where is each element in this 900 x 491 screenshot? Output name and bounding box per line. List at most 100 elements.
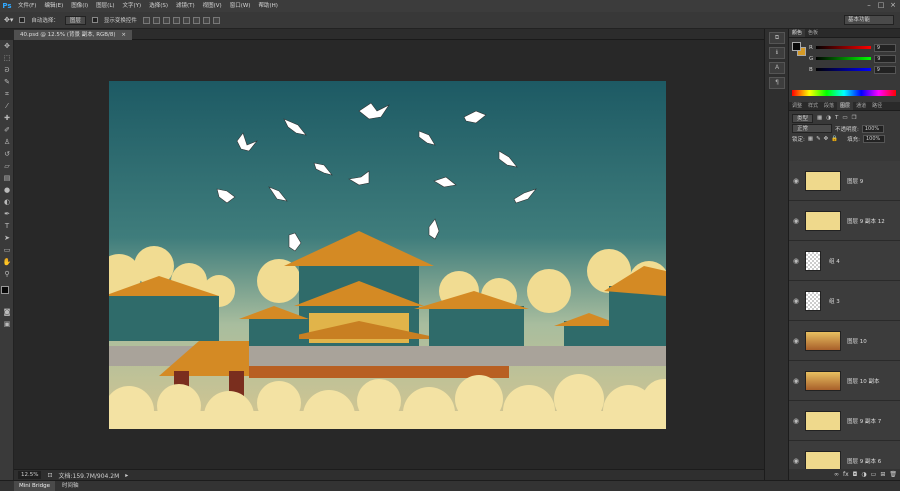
menu-view[interactable]: 视图(V) — [199, 0, 226, 12]
visibility-eye-icon[interactable]: ◉ — [793, 297, 799, 305]
align-top-icon[interactable] — [142, 16, 150, 24]
crop-tool-icon[interactable]: ⌗ — [0, 88, 14, 100]
delete-layer-icon[interactable]: 🗑 — [889, 469, 897, 480]
visibility-eye-icon[interactable]: ◉ — [793, 417, 799, 425]
tab-paths[interactable]: 路径 — [869, 102, 885, 110]
brush-tool-icon[interactable]: ✐ — [0, 124, 14, 136]
panel-foreground-swatch[interactable] — [792, 42, 801, 51]
auto-select-checkbox[interactable] — [19, 17, 26, 23]
filter-smart-icon[interactable]: ❐ — [852, 115, 857, 121]
align-right-icon[interactable] — [192, 16, 200, 24]
align-center-icon[interactable] — [182, 16, 190, 24]
blur-tool-icon[interactable]: ● — [0, 184, 14, 196]
layer-row[interactable]: ◉ 图层 10 — [789, 321, 900, 361]
distribute-h-icon[interactable] — [212, 16, 220, 24]
menu-image[interactable]: 图像(I) — [67, 0, 92, 12]
minimize-icon[interactable]: – — [864, 1, 874, 10]
menu-type[interactable]: 文字(Y) — [119, 0, 146, 12]
close-tab-icon[interactable]: × — [121, 32, 126, 38]
align-bottom-icon[interactable] — [162, 16, 170, 24]
auto-select-dropdown[interactable]: 图层 — [64, 15, 86, 25]
filter-shape-icon[interactable]: ▭ — [842, 115, 847, 121]
new-layer-icon[interactable]: ⊞ — [880, 469, 885, 480]
dodge-tool-icon[interactable]: ◐ — [0, 196, 14, 208]
fill-input[interactable]: 100% — [863, 135, 885, 143]
move-tool-preset-icon[interactable]: ✥▾ — [4, 16, 13, 24]
menu-layer[interactable]: 图层(L) — [92, 0, 118, 12]
tab-channels[interactable]: 通道 — [853, 102, 869, 110]
menu-edit[interactable]: 编辑(E) — [40, 0, 67, 12]
eyedropper-tool-icon[interactable]: ⁄ — [0, 100, 14, 112]
lock-position-icon[interactable]: ✥ — [824, 136, 829, 142]
foreground-color-swatch[interactable] — [1, 286, 9, 294]
lock-brush-icon[interactable]: ✎ — [816, 136, 821, 142]
menu-file[interactable]: 文件(F) — [14, 0, 40, 12]
move-tool-icon[interactable]: ✥ — [0, 40, 14, 52]
tab-color[interactable]: 颜色 — [789, 29, 806, 37]
tab-swatches[interactable]: 色板 — [805, 29, 821, 37]
stamp-tool-icon[interactable]: ♙ — [0, 136, 14, 148]
align-left-icon[interactable] — [172, 16, 180, 24]
type-tool-icon[interactable]: T — [0, 220, 14, 232]
visibility-eye-icon[interactable]: ◉ — [793, 337, 799, 345]
path-select-tool-icon[interactable]: ➤ — [0, 232, 14, 244]
menu-window[interactable]: 窗口(W) — [226, 0, 255, 12]
status-info-icon[interactable]: ⊡ — [47, 472, 52, 479]
close-icon[interactable]: × — [888, 1, 898, 10]
gradient-tool-icon[interactable]: ▤ — [0, 172, 14, 184]
tab-mini-bridge[interactable]: Mini Bridge — [14, 481, 55, 491]
status-menu-arrow-icon[interactable]: ▸ — [125, 472, 128, 479]
zoom-tool-icon[interactable]: ⚲ — [0, 268, 14, 280]
align-middle-icon[interactable] — [152, 16, 160, 24]
pen-tool-icon[interactable]: ✒ — [0, 208, 14, 220]
history-brush-tool-icon[interactable]: ↺ — [0, 148, 14, 160]
tab-timeline[interactable]: 时间轴 — [57, 481, 84, 491]
shape-tool-icon[interactable]: ▭ — [0, 244, 14, 256]
layer-filter-dropdown[interactable]: 类型 — [792, 113, 814, 123]
character-panel-icon[interactable]: A — [769, 62, 785, 74]
tab-styles[interactable]: 样式 — [805, 102, 821, 110]
screen-mode-icon[interactable]: ▣ — [0, 318, 14, 330]
adjustment-layer-icon[interactable]: ◑ — [861, 469, 866, 480]
blue-value-input[interactable]: 9 — [873, 65, 896, 74]
layer-row[interactable]: ◉ 图层 9 副本 6 — [789, 441, 900, 469]
layer-row[interactable]: ◉ 组 4 — [789, 241, 900, 281]
heal-tool-icon[interactable]: ✚ — [0, 112, 14, 124]
document-canvas[interactable] — [109, 81, 666, 429]
marquee-tool-icon[interactable]: ⬚ — [0, 52, 14, 64]
layer-style-icon[interactable]: fx — [843, 469, 849, 480]
color-swatches[interactable] — [0, 284, 13, 306]
blue-slider[interactable] — [815, 68, 871, 71]
green-value-input[interactable]: 9 — [874, 54, 897, 63]
opacity-input[interactable]: 100% — [861, 124, 884, 133]
tab-adjustments[interactable]: 调整 — [789, 102, 805, 110]
lock-pixels-icon[interactable]: ▦ — [808, 136, 813, 142]
add-mask-icon[interactable]: ◘ — [853, 469, 858, 480]
paragraph-panel-icon[interactable]: ¶ — [769, 77, 785, 89]
layer-row[interactable]: ◉ 图层 9 — [789, 161, 900, 201]
blend-mode-dropdown[interactable]: 正常 — [792, 124, 832, 133]
properties-panel-icon[interactable]: ℹ — [769, 47, 785, 59]
layer-row[interactable]: ◉ 组 3 — [789, 281, 900, 321]
red-slider[interactable] — [815, 46, 871, 49]
menu-select[interactable]: 选择(S) — [145, 0, 172, 12]
layer-row[interactable]: ◉ 图层 9 副本 7 — [789, 401, 900, 441]
lasso-tool-icon[interactable]: ᘐ — [0, 64, 14, 76]
quick-select-tool-icon[interactable]: ✎ — [0, 76, 14, 88]
visibility-eye-icon[interactable]: ◉ — [793, 257, 799, 265]
lock-all-icon[interactable]: 🔒 — [831, 136, 838, 142]
visibility-eye-icon[interactable]: ◉ — [793, 457, 799, 465]
menu-help[interactable]: 帮助(H) — [254, 0, 281, 12]
show-transform-checkbox[interactable] — [91, 17, 98, 23]
color-spectrum[interactable] — [792, 90, 896, 96]
green-slider[interactable] — [816, 57, 872, 60]
hand-tool-icon[interactable]: ✋ — [0, 256, 14, 268]
new-group-icon[interactable]: ▭ — [871, 469, 877, 480]
zoom-level-field[interactable]: 12.5% — [18, 471, 42, 479]
visibility-eye-icon[interactable]: ◉ — [793, 377, 799, 385]
document-tab[interactable]: 40.psd @ 12.5% (背景 副本, RGB/8) × — [14, 30, 132, 40]
visibility-eye-icon[interactable]: ◉ — [793, 217, 799, 225]
filter-type-icon[interactable]: T — [835, 115, 838, 121]
tab-paragraph[interactable]: 段落 — [821, 102, 837, 110]
history-panel-icon[interactable]: ⧉ — [769, 32, 785, 44]
